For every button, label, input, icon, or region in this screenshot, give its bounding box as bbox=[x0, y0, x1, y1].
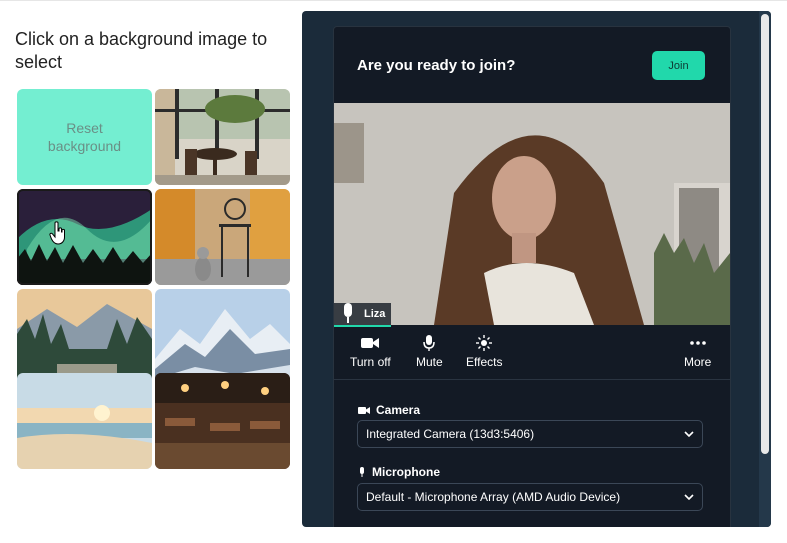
instruction-text: Click on a background image to select bbox=[15, 29, 268, 72]
media-controls: Turn off Mute Effects More bbox=[334, 325, 730, 380]
mute-label: Mute bbox=[416, 355, 443, 369]
top-divider bbox=[0, 0, 787, 1]
background-mountain-forest[interactable] bbox=[17, 289, 152, 385]
background-snowy-mountains[interactable] bbox=[155, 289, 290, 385]
more-dots-icon bbox=[689, 341, 706, 345]
turn-off-label: Turn off bbox=[350, 355, 391, 369]
microphone-select[interactable]: Default - Microphone Array (AMD Audio De… bbox=[357, 483, 703, 511]
microphone-icon bbox=[360, 466, 364, 477]
chevron-down-icon bbox=[684, 431, 694, 437]
camera-feed-image bbox=[334, 103, 730, 325]
reset-background-tile[interactable]: Reset background bbox=[17, 89, 152, 185]
microphone-select-value: Default - Microphone Array (AMD Audio De… bbox=[366, 490, 621, 504]
turn-off-camera-button[interactable]: Turn off bbox=[350, 335, 391, 369]
background-cafe-table-cat[interactable] bbox=[155, 189, 290, 285]
mute-button[interactable]: Mute bbox=[416, 335, 443, 369]
microphone-icon bbox=[344, 303, 352, 323]
join-card: Are you ready to join? Join Liza Turn of… bbox=[333, 26, 731, 527]
preview-panel: Are you ready to join? Join Liza Turn of… bbox=[302, 11, 771, 527]
microphone-icon bbox=[423, 335, 436, 351]
video-camera-icon bbox=[358, 406, 370, 414]
participant-name-tag: Liza bbox=[334, 303, 392, 327]
join-button[interactable]: Join bbox=[652, 51, 705, 80]
hand-cursor-icon bbox=[49, 221, 65, 245]
background-restaurant-interior[interactable] bbox=[155, 373, 290, 469]
background-restaurant-terrace[interactable] bbox=[155, 89, 290, 185]
join-title: Are you ready to join? bbox=[357, 57, 516, 74]
sparkle-effects-icon bbox=[476, 335, 493, 351]
video-camera-icon bbox=[361, 338, 380, 348]
camera-preview: Liza bbox=[334, 103, 730, 327]
more-label: More bbox=[684, 355, 712, 369]
scrollbar-thumb[interactable] bbox=[761, 14, 769, 454]
participant-name: Liza bbox=[364, 308, 386, 320]
more-button[interactable]: More bbox=[684, 335, 711, 369]
camera-label: Camera bbox=[358, 403, 420, 417]
background-beach-sunset[interactable] bbox=[17, 373, 152, 469]
scrollbar[interactable] bbox=[759, 11, 771, 527]
microphone-label: Microphone bbox=[358, 465, 440, 479]
background-aurora-forest[interactable] bbox=[17, 189, 152, 285]
reset-background-label: Reset background bbox=[47, 120, 122, 154]
chevron-down-icon bbox=[684, 494, 694, 500]
camera-select-value: Integrated Camera (13d3:5406) bbox=[366, 427, 535, 441]
camera-select[interactable]: Integrated Camera (13d3:5406) bbox=[357, 420, 703, 448]
effects-label: Effects bbox=[466, 355, 503, 369]
join-header: Are you ready to join? Join bbox=[334, 27, 730, 103]
effects-button[interactable]: Effects bbox=[466, 335, 502, 369]
